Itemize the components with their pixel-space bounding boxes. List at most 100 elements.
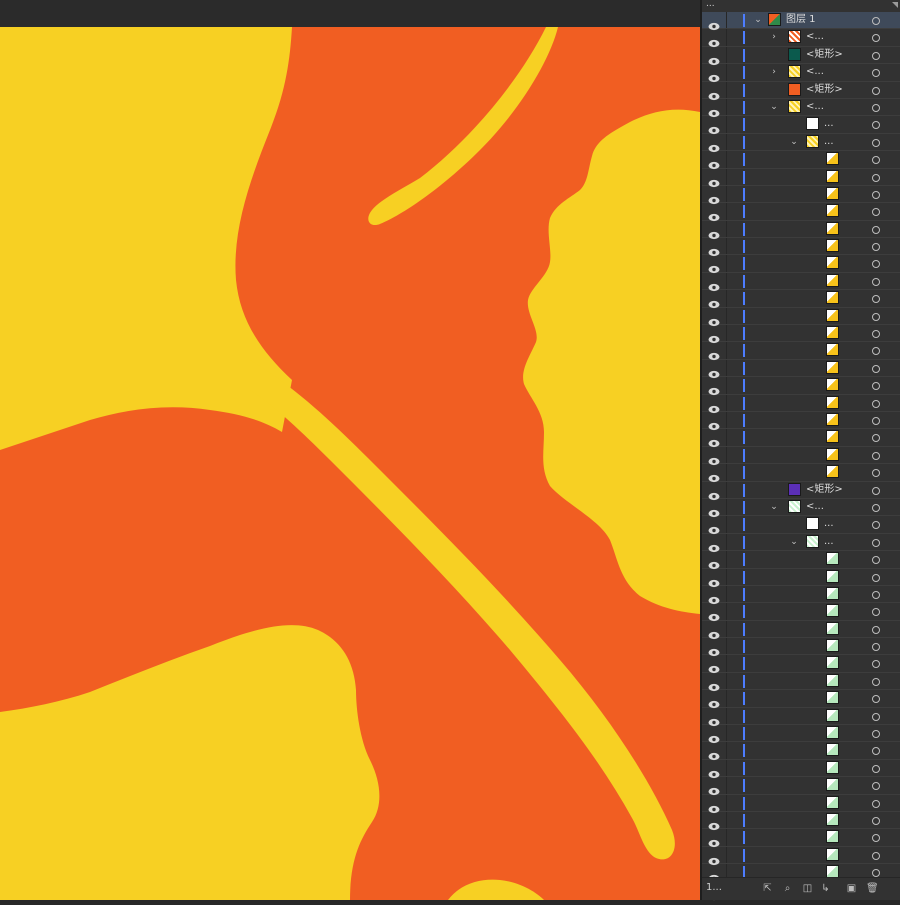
target-icon[interactable] <box>872 312 880 321</box>
eye-icon[interactable] <box>708 68 720 83</box>
layer-name[interactable]: <... <box>806 100 824 114</box>
lock-column[interactable] <box>726 829 727 846</box>
layer-name[interactable]: ... <box>824 535 834 549</box>
lock-column[interactable] <box>726 203 727 220</box>
eye-icon[interactable] <box>708 190 720 205</box>
target-icon[interactable] <box>872 208 880 217</box>
target-icon[interactable] <box>872 834 880 843</box>
eye-icon[interactable] <box>708 625 720 639</box>
lock-column[interactable] <box>726 655 727 672</box>
lock-column[interactable] <box>726 672 727 690</box>
eye-icon[interactable] <box>708 833 720 848</box>
layer-row[interactable]: ⌄ <... <box>702 498 900 518</box>
eye-icon[interactable] <box>708 312 720 326</box>
eye-icon[interactable] <box>708 816 720 831</box>
target-icon[interactable] <box>872 451 880 460</box>
lock-column[interactable] <box>726 794 727 811</box>
chevron-down-icon[interactable]: ⌄ <box>770 502 778 511</box>
layer-row[interactable] <box>702 725 900 744</box>
target-icon[interactable] <box>872 538 880 547</box>
layer-row[interactable] <box>702 203 900 222</box>
eye-icon[interactable] <box>708 868 720 883</box>
layer-row[interactable]: ⌄... <box>702 533 900 552</box>
layer-name[interactable]: <矩形> <box>806 483 843 497</box>
layer-row[interactable]: <矩形> <box>702 81 900 100</box>
export-icon[interactable]: ⇱ <box>762 883 773 894</box>
target-icon[interactable] <box>872 330 880 339</box>
move-layer-icon[interactable]: ↳ <box>820 883 831 894</box>
eye-icon[interactable] <box>708 781 720 796</box>
eye-icon[interactable] <box>708 694 720 709</box>
lock-column[interactable] <box>726 342 727 359</box>
target-icon[interactable] <box>872 851 880 860</box>
layer-row[interactable] <box>702 655 900 674</box>
eye-icon[interactable] <box>708 259 720 274</box>
target-icon[interactable] <box>872 382 880 391</box>
layer-row[interactable] <box>702 742 900 761</box>
eye-icon[interactable] <box>708 433 720 448</box>
lock-column[interactable] <box>726 707 727 725</box>
eye-icon[interactable] <box>708 712 720 726</box>
lock-column[interactable] <box>726 446 727 464</box>
eye-icon[interactable] <box>708 573 720 587</box>
panel-tab-label[interactable]: ... <box>702 0 736 12</box>
eye-icon[interactable] <box>708 555 720 570</box>
target-icon[interactable] <box>872 416 880 425</box>
lock-column[interactable] <box>726 359 727 377</box>
target-icon[interactable] <box>872 590 880 599</box>
eye-icon[interactable] <box>708 381 720 396</box>
target-icon[interactable] <box>872 190 880 199</box>
layer-row[interactable] <box>702 759 900 778</box>
eye-icon[interactable] <box>708 346 720 361</box>
layer-name[interactable]: <矩形> <box>806 48 843 62</box>
eye-icon[interactable] <box>708 51 720 65</box>
lock-column[interactable] <box>726 603 727 620</box>
target-icon[interactable] <box>872 173 880 182</box>
layer-row[interactable] <box>702 707 900 726</box>
target-icon[interactable] <box>872 51 880 60</box>
target-icon[interactable] <box>872 121 880 130</box>
chevron-right-icon[interactable]: › <box>770 68 778 77</box>
eye-icon[interactable] <box>708 225 720 239</box>
eye-icon[interactable] <box>708 607 720 622</box>
layer-row[interactable]: ⌄ <... <box>702 98 900 118</box>
eye-icon[interactable] <box>708 399 720 413</box>
lock-column[interactable] <box>726 846 727 864</box>
layer-row[interactable] <box>702 846 900 865</box>
eye-icon[interactable] <box>708 590 720 604</box>
eye-icon[interactable] <box>708 677 720 691</box>
clip-icon[interactable]: ◫ <box>802 883 813 894</box>
lock-column[interactable] <box>726 29 727 46</box>
lock-column[interactable] <box>726 394 727 411</box>
chevron-down-icon[interactable]: ⌄ <box>790 537 798 546</box>
layer-row[interactable] <box>702 255 900 274</box>
layer-row[interactable] <box>702 394 900 413</box>
target-icon[interactable] <box>872 747 880 756</box>
target-icon[interactable] <box>872 643 880 652</box>
layer-row[interactable] <box>702 185 900 205</box>
layer-row[interactable] <box>702 220 900 239</box>
lock-column[interactable] <box>726 742 727 759</box>
target-icon[interactable] <box>872 103 880 112</box>
layer-row[interactable] <box>702 777 900 796</box>
target-icon[interactable] <box>872 712 880 721</box>
lock-column[interactable] <box>726 255 727 272</box>
eye-icon[interactable] <box>708 538 720 552</box>
layer-row[interactable] <box>702 568 900 587</box>
target-icon[interactable] <box>872 399 880 408</box>
lock-column[interactable] <box>726 12 727 29</box>
target-icon[interactable] <box>872 677 880 686</box>
lock-column[interactable] <box>726 64 727 81</box>
eye-icon[interactable] <box>708 851 720 865</box>
eye-icon[interactable] <box>708 120 720 135</box>
lock-column[interactable] <box>726 290 727 307</box>
lock-column[interactable] <box>726 811 727 829</box>
layer-name[interactable]: <... <box>806 65 824 79</box>
new-layer-icon[interactable]: ▣ <box>846 883 857 894</box>
eye-icon[interactable] <box>708 416 720 431</box>
target-icon[interactable] <box>872 138 880 147</box>
lock-column[interactable] <box>726 725 727 742</box>
layer-name[interactable]: 图层 1 <box>786 13 816 27</box>
layer-row[interactable]: ⌄... <box>702 133 900 152</box>
lock-column[interactable] <box>726 498 727 516</box>
